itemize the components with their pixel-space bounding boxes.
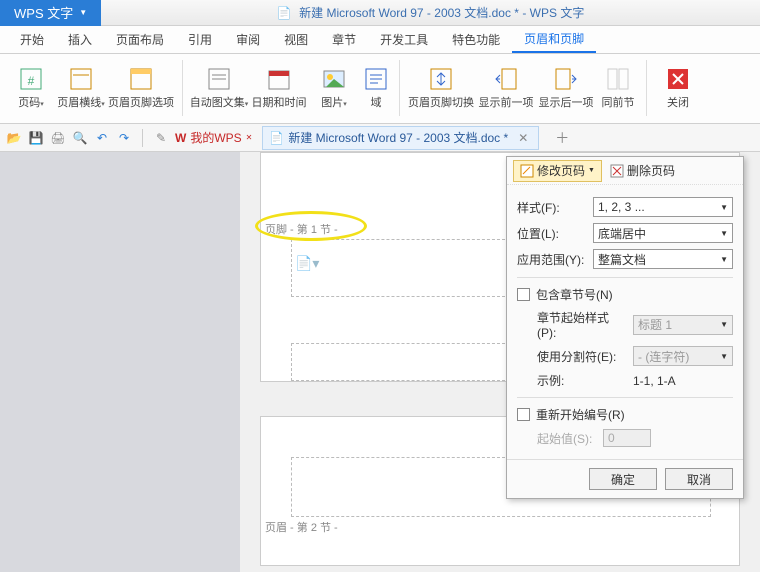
page-number-icon: # [18, 66, 44, 92]
position-label: 位置(L): [517, 225, 587, 242]
print-icon[interactable]: 🖨 [50, 130, 66, 146]
style-select[interactable]: 1, 2, 3 ...▼ [593, 197, 733, 217]
auto-text-icon [206, 66, 232, 92]
app-name: WPS 文字 [14, 3, 73, 22]
window-title: 📄 新建 Microsoft Word 97 - 2003 文档.doc * -… [101, 4, 760, 21]
page-number-button[interactable]: # 页码▾ [6, 58, 56, 118]
calendar-icon [266, 66, 292, 92]
tab-start[interactable]: 开始 [8, 26, 56, 53]
show-prev-button[interactable]: 显示前一项 [476, 58, 536, 118]
dropdown-icon: ▼ [79, 8, 87, 17]
document-tab[interactable]: 📄 新建 Microsoft Word 97 - 2003 文档.doc * ✕ [262, 126, 539, 150]
separator-label: 使用分割符(E): [537, 348, 627, 365]
tab-references[interactable]: 引用 [176, 26, 224, 53]
new-tab-button[interactable]: ＋ [555, 128, 569, 148]
tab-view[interactable]: 视图 [272, 26, 320, 53]
dialog-body: 样式(F): 1, 2, 3 ...▼ 位置(L): 底端居中▼ 应用范围(Y)… [507, 185, 743, 459]
format-painter-icon[interactable]: ✎ [153, 130, 169, 146]
position-select[interactable]: 底端居中▼ [593, 223, 733, 243]
wps-logo-icon: W [175, 131, 186, 145]
close-tab-icon[interactable]: ✕ [518, 131, 528, 145]
ribbon-tabs: 开始 插入 页面布局 引用 审阅 视图 章节 开发工具 特色功能 页眉和页脚 [0, 26, 760, 54]
close-hf-button[interactable]: 关闭 [653, 58, 703, 118]
tab-page-layout[interactable]: 页面布局 [104, 26, 176, 53]
picture-button[interactable]: 图片▾ [309, 58, 359, 118]
undo-icon[interactable]: ↶ [94, 130, 110, 146]
example-value: 1-1, 1-A [633, 374, 676, 388]
hf-options-button[interactable]: 页眉页脚选项 [106, 58, 176, 118]
close-icon [665, 66, 691, 92]
page-placeholder-icon: 📄▾ [295, 255, 319, 272]
dialog-header: 修改页码 ▼ 删除页码 [507, 157, 743, 185]
chapter-style-label: 章节起始样式(P): [537, 309, 627, 340]
tab-special[interactable]: 特色功能 [440, 26, 512, 53]
include-chapter-label: 包含章节号(N) [536, 286, 613, 303]
app-menu-button[interactable]: WPS 文字 ▼ [0, 0, 101, 26]
date-time-button[interactable]: 日期和时间 [249, 58, 309, 118]
header-section-tag: 页眉 - 第 2 节 - [265, 519, 338, 535]
hf-switch-icon [428, 66, 454, 92]
print-preview-icon[interactable]: 🔍 [72, 130, 88, 146]
doc-icon: 📄 [277, 6, 292, 20]
ok-button[interactable]: 确定 [589, 468, 657, 490]
example-label: 示例: [537, 372, 627, 389]
auto-text-button[interactable]: 自动图文集▾ [189, 58, 249, 118]
next-icon [553, 66, 579, 92]
delete-icon [610, 164, 624, 178]
highlight-circle [255, 211, 367, 241]
document-area: 页脚 - 第 1 节 - 📄▾ 页眉 - 第 2 节 - 修改页码 ▼ 删除页码… [0, 152, 760, 572]
delete-page-number-button[interactable]: 删除页码 [604, 160, 681, 182]
tab-insert[interactable]: 插入 [56, 26, 104, 53]
hf-switch-button[interactable]: 页眉页脚切换 [406, 58, 476, 118]
same-prev-button[interactable]: 同前节 [596, 58, 640, 118]
same-prev-icon [605, 66, 631, 92]
title-bar: WPS 文字 ▼ 📄 新建 Microsoft Word 97 - 2003 文… [0, 0, 760, 26]
range-label: 应用范围(Y): [517, 251, 587, 268]
prev-icon [493, 66, 519, 92]
picture-icon [321, 66, 347, 92]
style-label: 样式(F): [517, 199, 587, 216]
restart-label: 重新开始编号(R) [536, 406, 625, 423]
range-select[interactable]: 整篇文档▼ [593, 249, 733, 269]
redo-icon[interactable]: ↷ [116, 130, 132, 146]
hf-options-icon [128, 66, 154, 92]
dropdown-icon: ▼ [588, 167, 595, 174]
tab-review[interactable]: 审阅 [224, 26, 272, 53]
field-icon [363, 66, 389, 92]
cancel-button[interactable]: 取消 [665, 468, 733, 490]
restart-numbering-checkbox[interactable] [517, 408, 530, 421]
doc-icon: 📄 [269, 131, 284, 145]
header-line-button[interactable]: 页眉横线▾ [56, 58, 106, 118]
left-gutter [0, 152, 240, 572]
my-wps-button[interactable]: W 我的WPS ✕ [175, 129, 252, 146]
dialog-buttons: 确定 取消 [507, 459, 743, 498]
start-value-input[interactable]: 0 [603, 429, 651, 447]
modify-page-number-button[interactable]: 修改页码 ▼ [513, 160, 602, 182]
quick-access-bar: 📂 💾 🖨 🔍 ↶ ↷ ✎ W 我的WPS ✕ 📄 新建 Microsoft W… [0, 124, 760, 152]
field-button[interactable]: 域 [359, 58, 393, 118]
separator-select[interactable]: - (连字符)▼ [633, 346, 733, 366]
header-line-icon [68, 66, 94, 92]
save-icon[interactable]: 💾 [28, 130, 44, 146]
page-number-dialog: 修改页码 ▼ 删除页码 样式(F): 1, 2, 3 ...▼ 位置(L): 底… [506, 156, 744, 499]
start-value-label: 起始值(S): [537, 430, 597, 447]
open-icon[interactable]: 📂 [6, 130, 22, 146]
edit-icon [520, 164, 534, 178]
tab-chapters[interactable]: 章节 [320, 26, 368, 53]
chapter-style-select[interactable]: 标题 1▼ [633, 315, 733, 335]
tab-header-footer[interactable]: 页眉和页脚 [512, 26, 596, 53]
ribbon: # 页码▾ 页眉横线▾ 页眉页脚选项 自动图文集▾ 日期和时间 图片▾ 域 [0, 54, 760, 124]
show-next-button[interactable]: 显示后一项 [536, 58, 596, 118]
tab-dev-tools[interactable]: 开发工具 [368, 26, 440, 53]
include-chapter-checkbox[interactable] [517, 288, 530, 301]
svg-text:#: # [28, 74, 35, 88]
